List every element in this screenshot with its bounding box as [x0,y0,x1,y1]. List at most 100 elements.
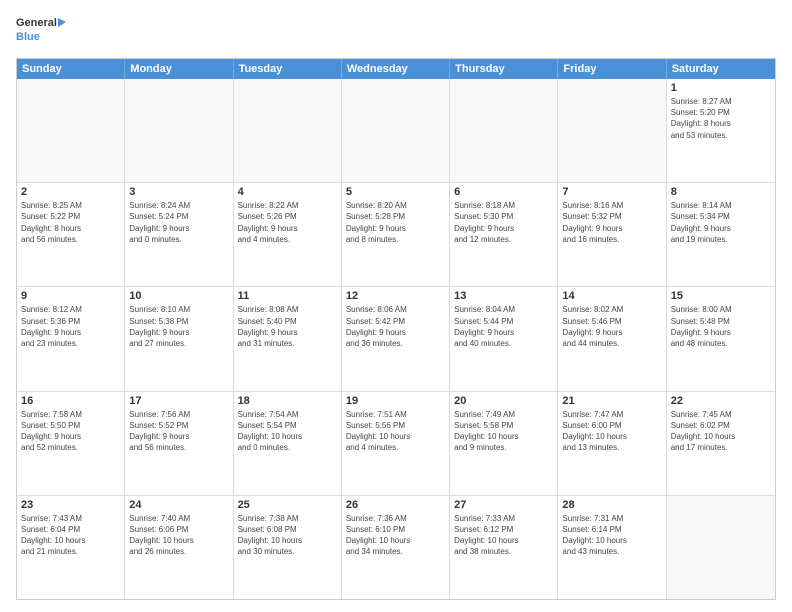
day-info: Sunrise: 7:36 AM Sunset: 6:10 PM Dayligh… [346,513,445,558]
header-day-friday: Friday [558,59,666,79]
calendar-cell-17: 17 Sunrise: 7:56 AM Sunset: 5:52 PM Dayli… [125,392,233,495]
day-info: Sunrise: 8:14 AM Sunset: 5:34 PM Dayligh… [671,200,771,245]
day-number: 1 [671,82,771,94]
day-number: 14 [562,290,661,302]
day-info: Sunrise: 8:27 AM Sunset: 5:20 PM Dayligh… [671,96,771,141]
calendar-cell-25: 25Sunrise: 7:38 AM Sunset: 6:08 PM Dayli… [234,496,342,599]
day-info: Sunrise: 8:10 AM Sunset: 5:38 PM Dayligh… [129,304,228,349]
calendar-cell-20: 20 Sunrise: 7:49 AM Sunset: 5:58 PM Dayli… [450,392,558,495]
calendar-cell-2: 2Sunrise: 8:25 AM Sunset: 5:22 PM Daylig… [17,183,125,286]
day-info: Sunrise: 7:40 AM Sunset: 6:06 PM Dayligh… [129,513,228,558]
day-info: Sunrise: 8:04 AM Sunset: 5:44 PM Dayligh… [454,304,553,349]
header: General Blue [16,12,776,50]
day-number: 13 [454,290,553,302]
day-number: 9 [21,290,120,302]
day-number: 28 [562,499,661,511]
calendar-cell-18: 18Sunrise: 7:54 AM Sunset: 5:54 PM Dayli… [234,392,342,495]
day-info: Sunrise: 7:45 AM Sunset: 6:02 PM Dayligh… [671,409,771,454]
calendar-cell-22: 22 Sunrise: 7:45 AM Sunset: 6:02 PM Dayli… [667,392,775,495]
day-number: 21 [562,395,661,407]
day-number: 6 [454,186,553,198]
day-number: 5 [346,186,445,198]
calendar-row-4: 23Sunrise: 7:43 AM Sunset: 6:04 PM Dayli… [17,496,775,599]
calendar-cell-23: 23Sunrise: 7:43 AM Sunset: 6:04 PM Dayli… [17,496,125,599]
day-info: Sunrise: 7:51 AM Sunset: 5:56 PM Dayligh… [346,409,445,454]
calendar-cell-empty-0-1 [125,79,233,182]
day-info: Sunrise: 8:22 AM Sunset: 5:26 PM Dayligh… [238,200,337,245]
day-info: Sunrise: 8:12 AM Sunset: 5:36 PM Dayligh… [21,304,120,349]
calendar-row-1: 2Sunrise: 8:25 AM Sunset: 5:22 PM Daylig… [17,183,775,287]
day-info: Sunrise: 8:08 AM Sunset: 5:40 PM Dayligh… [238,304,337,349]
calendar-cell-24: 24Sunrise: 7:40 AM Sunset: 6:06 PM Dayli… [125,496,233,599]
calendar-cell-4: 4 Sunrise: 8:22 AM Sunset: 5:26 PM Daylig… [234,183,342,286]
calendar-body: 1 Sunrise: 8:27 AM Sunset: 5:20 PM Daylig… [17,79,775,599]
calendar-cell-28: 28 Sunrise: 7:31 AM Sunset: 6:14 PM Dayli… [558,496,666,599]
day-info: Sunrise: 7:31 AM Sunset: 6:14 PM Dayligh… [562,513,661,558]
day-number: 25 [238,499,337,511]
day-number: 4 [238,186,337,198]
day-info: Sunrise: 8:25 AM Sunset: 5:22 PM Dayligh… [21,200,120,245]
day-number: 15 [671,290,771,302]
header-day-tuesday: Tuesday [234,59,342,79]
day-info: Sunrise: 8:18 AM Sunset: 5:30 PM Dayligh… [454,200,553,245]
calendar-cell-26: 26Sunrise: 7:36 AM Sunset: 6:10 PM Dayli… [342,496,450,599]
day-info: Sunrise: 8:20 AM Sunset: 5:28 PM Dayligh… [346,200,445,245]
day-info: Sunrise: 7:56 AM Sunset: 5:52 PM Dayligh… [129,409,228,454]
day-number: 19 [346,395,445,407]
day-info: Sunrise: 8:24 AM Sunset: 5:24 PM Dayligh… [129,200,228,245]
calendar-cell-12: 12 Sunrise: 8:06 AM Sunset: 5:42 PM Dayli… [342,287,450,390]
calendar-cell-empty-0-5 [558,79,666,182]
calendar-row-0: 1 Sunrise: 8:27 AM Sunset: 5:20 PM Daylig… [17,79,775,183]
calendar-cell-10: 10Sunrise: 8:10 AM Sunset: 5:38 PM Dayli… [125,287,233,390]
day-number: 17 [129,395,228,407]
calendar-cell-14: 14 Sunrise: 8:02 AM Sunset: 5:46 PM Dayli… [558,287,666,390]
header-day-wednesday: Wednesday [342,59,450,79]
day-info: Sunrise: 8:02 AM Sunset: 5:46 PM Dayligh… [562,304,661,349]
day-number: 3 [129,186,228,198]
day-number: 22 [671,395,771,407]
svg-text:Blue: Blue [16,31,40,43]
calendar-cell-13: 13 Sunrise: 8:04 AM Sunset: 5:44 PM Dayli… [450,287,558,390]
header-day-sunday: Sunday [17,59,125,79]
calendar-cell-5: 5 Sunrise: 8:20 AM Sunset: 5:28 PM Daylig… [342,183,450,286]
calendar-cell-empty-4-6 [667,496,775,599]
calendar-cell-empty-0-0 [17,79,125,182]
calendar-cell-15: 15 Sunrise: 8:00 AM Sunset: 5:48 PM Dayli… [667,287,775,390]
header-day-thursday: Thursday [450,59,558,79]
calendar-cell-empty-0-3 [342,79,450,182]
calendar-cell-27: 27 Sunrise: 7:33 AM Sunset: 6:12 PM Dayli… [450,496,558,599]
day-number: 18 [238,395,337,407]
calendar-row-2: 9 Sunrise: 8:12 AM Sunset: 5:36 PM Daylig… [17,287,775,391]
day-info: Sunrise: 8:06 AM Sunset: 5:42 PM Dayligh… [346,304,445,349]
day-info: Sunrise: 8:16 AM Sunset: 5:32 PM Dayligh… [562,200,661,245]
day-number: 27 [454,499,553,511]
header-day-saturday: Saturday [667,59,775,79]
calendar: SundayMondayTuesdayWednesdayThursdayFrid… [16,58,776,600]
day-number: 16 [21,395,120,407]
page: General Blue SundayMondayTuesdayWednesda… [0,0,792,612]
calendar-cell-empty-0-2 [234,79,342,182]
calendar-cell-6: 6 Sunrise: 8:18 AM Sunset: 5:30 PM Daylig… [450,183,558,286]
calendar-cell-1: 1 Sunrise: 8:27 AM Sunset: 5:20 PM Daylig… [667,79,775,182]
logo: General Blue [16,12,66,50]
calendar-cell-11: 11 Sunrise: 8:08 AM Sunset: 5:40 PM Dayli… [234,287,342,390]
day-info: Sunrise: 8:00 AM Sunset: 5:48 PM Dayligh… [671,304,771,349]
calendar-row-3: 16 Sunrise: 7:58 AM Sunset: 5:50 PM Dayli… [17,392,775,496]
day-number: 11 [238,290,337,302]
calendar-cell-7: 7 Sunrise: 8:16 AM Sunset: 5:32 PM Daylig… [558,183,666,286]
day-number: 12 [346,290,445,302]
day-info: Sunrise: 7:33 AM Sunset: 6:12 PM Dayligh… [454,513,553,558]
calendar-cell-16: 16 Sunrise: 7:58 AM Sunset: 5:50 PM Dayli… [17,392,125,495]
day-info: Sunrise: 7:58 AM Sunset: 5:50 PM Dayligh… [21,409,120,454]
day-number: 7 [562,186,661,198]
svg-text:General: General [16,17,57,29]
calendar-cell-9: 9 Sunrise: 8:12 AM Sunset: 5:36 PM Daylig… [17,287,125,390]
logo-svg: General Blue [16,12,66,50]
day-number: 20 [454,395,553,407]
calendar-cell-19: 19 Sunrise: 7:51 AM Sunset: 5:56 PM Dayli… [342,392,450,495]
calendar-header: SundayMondayTuesdayWednesdayThursdayFrid… [17,59,775,79]
day-info: Sunrise: 7:49 AM Sunset: 5:58 PM Dayligh… [454,409,553,454]
calendar-cell-21: 21 Sunrise: 7:47 AM Sunset: 6:00 PM Dayli… [558,392,666,495]
day-number: 23 [21,499,120,511]
day-info: Sunrise: 7:47 AM Sunset: 6:00 PM Dayligh… [562,409,661,454]
